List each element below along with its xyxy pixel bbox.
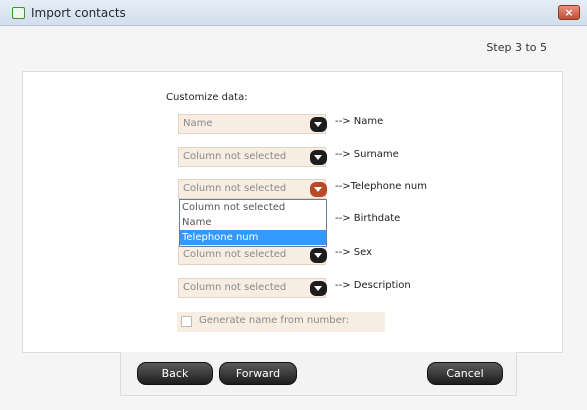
column-dropdown-telephone[interactable]: Column not selected Column not selected … bbox=[178, 179, 327, 247]
title-bar: Import contacts × bbox=[0, 0, 587, 26]
import-contacts-window: Import contacts × Step 3 to 5 Customize … bbox=[0, 0, 587, 410]
chevron-down-icon[interactable] bbox=[310, 182, 327, 197]
dropdown-value: Column not selected bbox=[183, 151, 287, 162]
chevron-down-icon[interactable] bbox=[310, 150, 327, 165]
cancel-button[interactable]: Cancel bbox=[427, 362, 503, 385]
dropdown-option[interactable]: Column not selected bbox=[180, 200, 326, 215]
mapping-row-surname: Column not selected --> Surname bbox=[178, 147, 478, 167]
wizard-button-bar: Back Forward Cancel bbox=[120, 352, 517, 396]
dropdown-value: Column not selected bbox=[183, 282, 287, 293]
dropdown-option-highlighted[interactable]: Telephone num bbox=[180, 230, 326, 245]
column-dropdown-sex[interactable]: Column not selected bbox=[178, 245, 327, 265]
column-dropdown-name[interactable]: Name bbox=[178, 114, 327, 134]
mapping-row-telephone: Column not selected Column not selected … bbox=[178, 179, 478, 247]
dropdown-options-list: Column not selected Name Telephone num bbox=[179, 199, 327, 247]
mapping-row-name: Name --> Name bbox=[178, 114, 478, 134]
dropdown-option[interactable]: Name bbox=[180, 215, 326, 230]
dropdown-value: Column not selected bbox=[183, 183, 287, 194]
window-icon bbox=[12, 7, 25, 19]
mapping-row-description: Column not selected --> Description bbox=[178, 278, 478, 298]
generate-name-label: Generate name from number: bbox=[199, 315, 350, 326]
column-dropdown-surname[interactable]: Column not selected bbox=[178, 147, 327, 167]
mapping-label-sex: --> Sex bbox=[335, 247, 373, 258]
dropdown-value: Name bbox=[183, 118, 213, 129]
window-title: Import contacts bbox=[31, 6, 126, 20]
mapping-label-surname: --> Surname bbox=[335, 149, 399, 160]
customize-heading: Customize data: bbox=[166, 92, 248, 103]
mapping-row-sex: Column not selected --> Sex bbox=[178, 245, 478, 265]
chevron-down-icon[interactable] bbox=[310, 117, 327, 132]
back-button[interactable]: Back bbox=[137, 362, 213, 385]
chevron-down-icon[interactable] bbox=[310, 248, 327, 263]
dropdown-value: Column not selected bbox=[183, 249, 287, 260]
mapping-label-birthdate: --> Birthdate bbox=[335, 213, 401, 224]
mapping-label-description: --> Description bbox=[335, 280, 411, 291]
column-dropdown-description[interactable]: Column not selected bbox=[178, 278, 327, 298]
mapping-label-name: --> Name bbox=[335, 116, 384, 127]
mapping-label-telephone: -->Telephone num bbox=[335, 181, 427, 192]
customize-panel: Customize data: Name --> Name Column not… bbox=[22, 71, 563, 353]
step-indicator: Step 3 to 5 bbox=[486, 41, 547, 54]
generate-name-option[interactable]: Generate name from number: bbox=[177, 312, 385, 332]
close-button[interactable]: × bbox=[558, 5, 580, 20]
chevron-down-icon[interactable] bbox=[310, 281, 327, 296]
forward-button[interactable]: Forward bbox=[219, 362, 297, 385]
generate-name-checkbox[interactable] bbox=[181, 316, 192, 327]
